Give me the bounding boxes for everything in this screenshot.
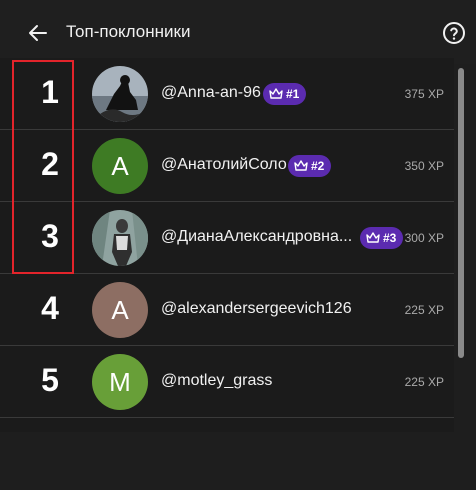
xp-value: 375 XP <box>404 87 444 101</box>
fan-row-3[interactable]: 3 @ДианаАлександровна... #3 300 XP <box>0 202 454 274</box>
avatar-letter: A <box>111 150 129 181</box>
avatar[interactable] <box>92 210 148 266</box>
fan-row-2[interactable]: 2 A @АнатолийСоло #2 350 XP <box>0 130 454 202</box>
crown-icon <box>294 160 308 171</box>
crown-icon <box>269 88 283 99</box>
badge-label: #2 <box>311 159 325 173</box>
rank-number: 5 <box>41 362 59 398</box>
fan-username[interactable]: @АнатолийСоло <box>161 156 287 174</box>
scrollbar[interactable] <box>456 58 466 432</box>
back-arrow-icon[interactable] <box>26 21 50 45</box>
fan-list: 1 @Anna-an-96 #1 375 XP 2 A @АнатолийСол… <box>0 58 454 432</box>
xp-value: 225 XP <box>404 303 444 317</box>
crown-icon <box>366 232 380 243</box>
top-fan-badge: #1 <box>263 83 307 105</box>
fan-row-partial[interactable] <box>0 418 454 490</box>
fan-username[interactable]: @ДианаАлександровна... <box>161 228 352 246</box>
fan-row-1[interactable]: 1 @Anna-an-96 #1 375 XP <box>0 58 454 130</box>
badge-label: #3 <box>383 231 397 245</box>
fan-row-5[interactable]: 5 M @motley_grass 225 XP <box>0 346 454 418</box>
top-fan-badge: #3 <box>360 227 404 249</box>
rank-number: 1 <box>41 74 59 110</box>
avatar-letter: A <box>111 294 129 325</box>
scrollbar-thumb[interactable] <box>458 68 464 358</box>
avatar[interactable]: M <box>92 354 148 410</box>
avatar[interactable]: A <box>92 282 148 338</box>
xp-value: 225 XP <box>404 375 444 389</box>
rank-number: 3 <box>41 218 59 254</box>
rank-number: 2 <box>41 146 59 182</box>
rank-number: 4 <box>41 290 59 326</box>
xp-value: 350 XP <box>404 159 444 173</box>
badge-label: #1 <box>286 87 300 101</box>
top-fan-badge: #2 <box>288 155 332 177</box>
avatar[interactable] <box>92 66 148 122</box>
xp-value: 300 XP <box>404 231 444 245</box>
top-bar: Топ-поклонники <box>0 0 476 64</box>
fan-row-4[interactable]: 4 A @alexandersergeevich126 225 XP <box>0 274 454 346</box>
fan-username[interactable]: @Anna-an-96 <box>161 84 261 102</box>
avatar-letter: M <box>109 366 131 397</box>
fan-username[interactable]: @motley_grass <box>161 372 272 390</box>
avatar[interactable]: A <box>92 138 148 194</box>
page-title: Топ-поклонники <box>66 22 191 41</box>
help-icon[interactable] <box>442 21 466 45</box>
fan-username[interactable]: @alexandersergeevich126 <box>161 300 352 318</box>
